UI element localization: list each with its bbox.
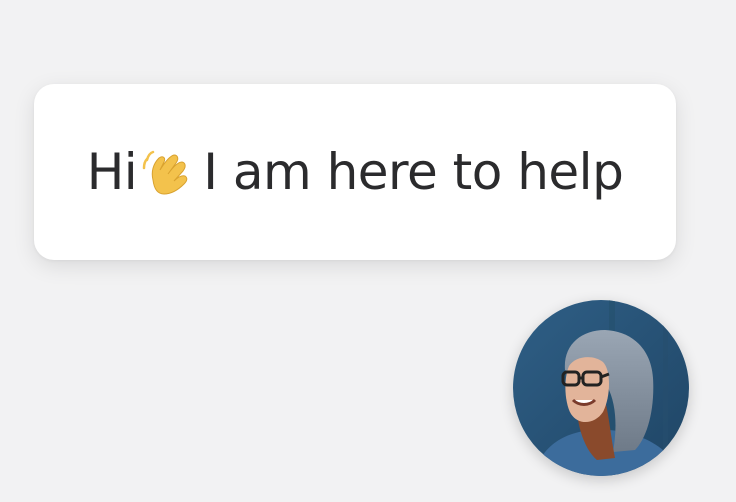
- chat-greeting-bubble[interactable]: Hi I am here to help: [34, 84, 676, 260]
- support-agent-avatar[interactable]: [513, 300, 689, 476]
- avatar-photo: [513, 300, 689, 476]
- greeting-text: Hi I am here to help: [87, 143, 624, 201]
- greeting-suffix: I am here to help: [203, 143, 624, 201]
- waving-hand-icon: [139, 146, 191, 198]
- greeting-prefix: Hi: [86, 143, 138, 201]
